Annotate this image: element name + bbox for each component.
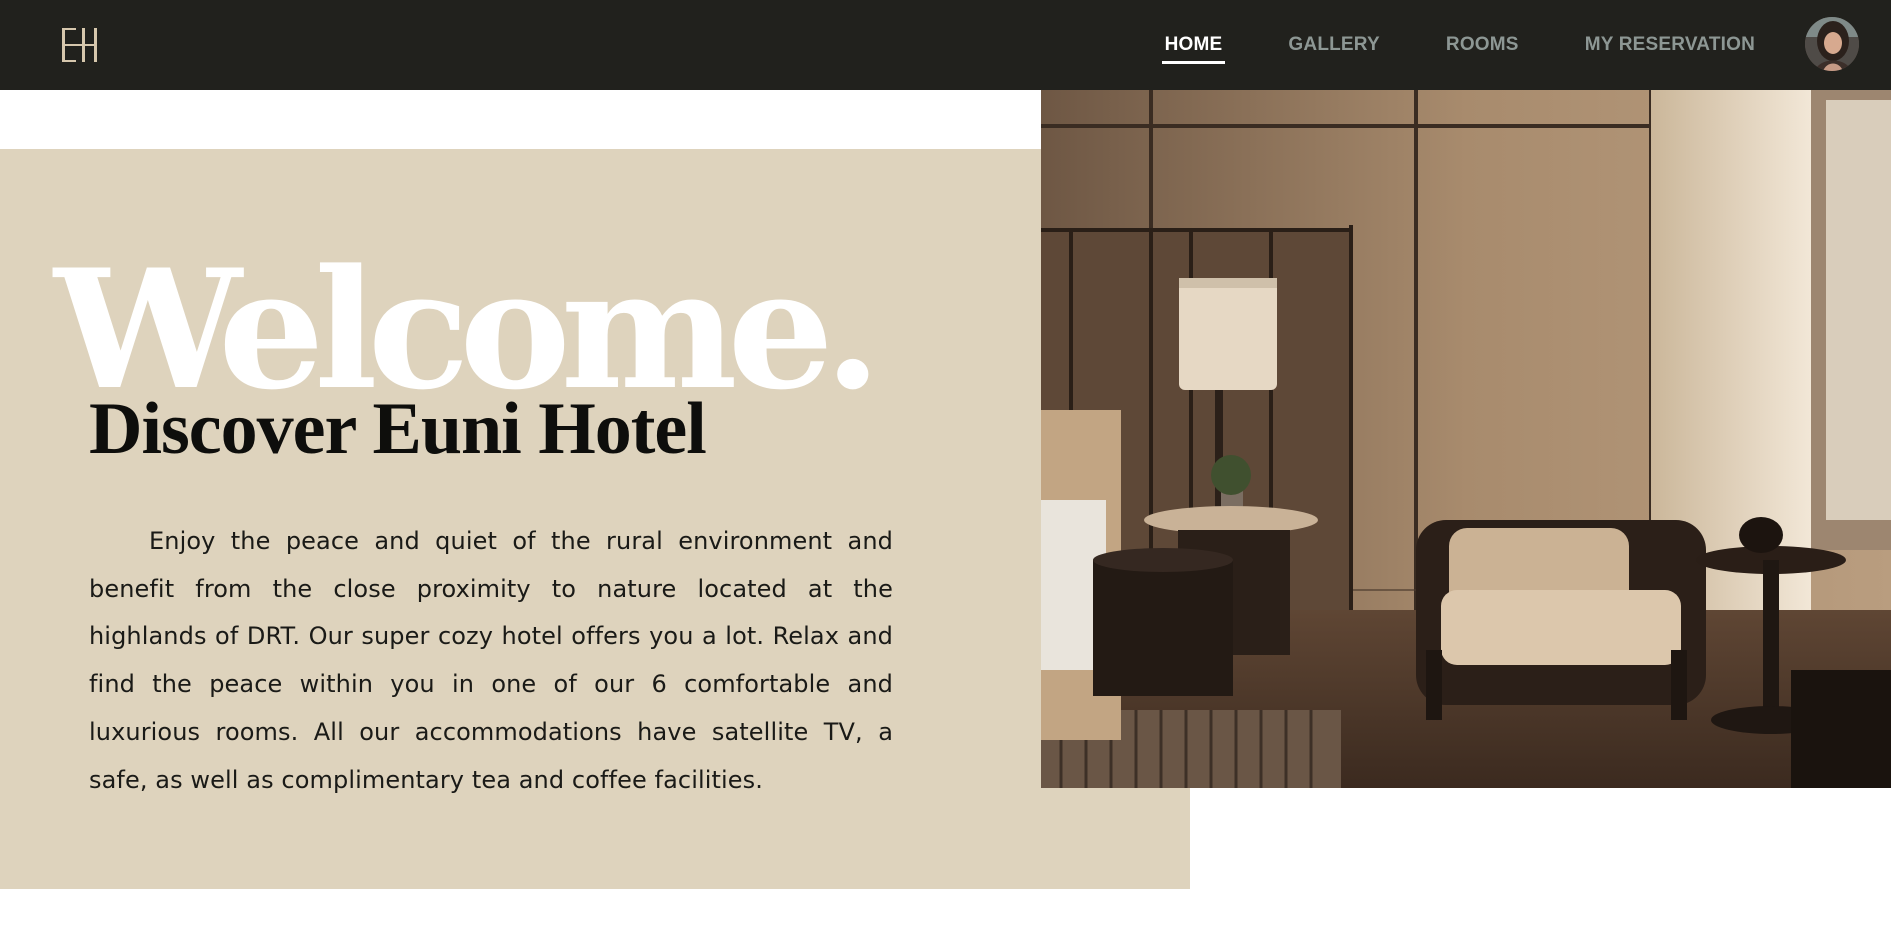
hotel-room-illustration — [1041, 90, 1891, 788]
page-title: Discover Euni Hotel — [89, 388, 707, 470]
nav-my-reservation[interactable]: MY RESERVATION — [1585, 26, 1755, 64]
top-navbar: HOME GALLERY ROOMS MY RESERVATION — [0, 0, 1891, 90]
user-avatar[interactable] — [1805, 17, 1859, 71]
nav-rooms[interactable]: ROOMS — [1446, 26, 1519, 64]
main-nav: HOME GALLERY ROOMS MY RESERVATION — [1161, 0, 1755, 90]
nav-gallery[interactable]: GALLERY — [1288, 26, 1379, 64]
user-avatar-icon — [1805, 17, 1859, 71]
hotel-logo[interactable] — [60, 24, 104, 66]
hotel-room-photo — [1041, 90, 1891, 788]
logo-monogram-icon — [62, 28, 97, 62]
hotel-description: Enjoy the peace and quiet of the rural e… — [89, 527, 893, 794]
nav-home[interactable]: HOME — [1161, 26, 1226, 64]
